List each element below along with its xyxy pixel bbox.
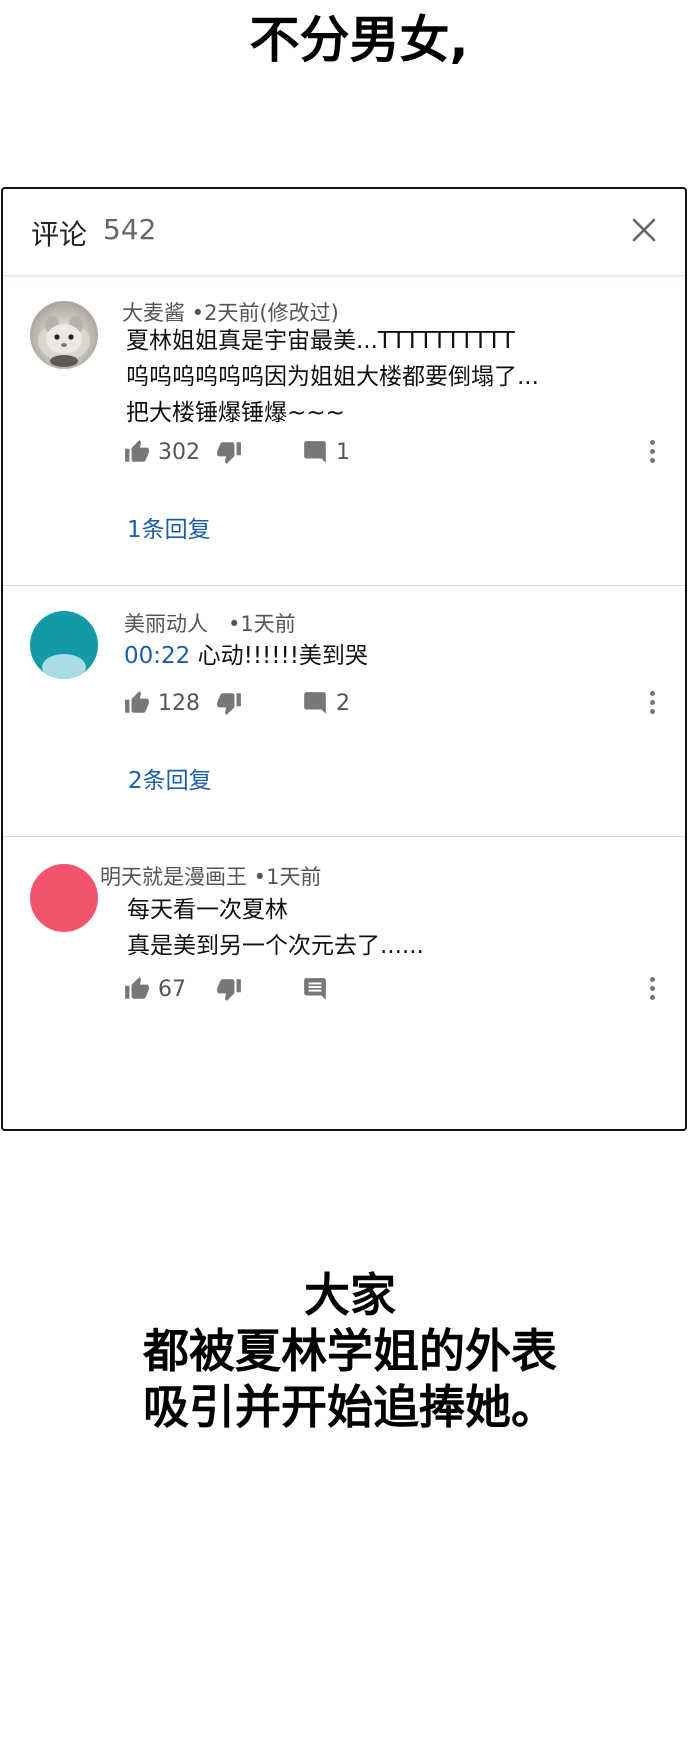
reply-button[interactable]: 2 [302,690,350,716]
comment-text-line: 真是美到另一个次元去了...... [127,933,424,959]
avatar[interactable] [30,611,98,679]
caption-line: 都被夏林学姐的外表 [143,1324,557,1378]
more-vertical-icon [649,691,655,696]
like-button[interactable]: 128 [124,690,200,716]
reply-button[interactable]: 1 [302,439,350,465]
comment-time: 2天前(修改过) [204,301,339,325]
meta-separator: • [185,301,205,325]
caption-line: 大家 [304,1268,396,1322]
comment-icon [304,978,326,1000]
panel-header: 评论 542 [3,189,685,276]
comment-item: 美丽动人 •1天前 00:22 心动!!!!!!美到哭 128 2 2条回复 [3,586,685,837]
meta-separator: • [208,612,241,636]
like-count: 67 [158,976,186,1002]
comment-meta: 美丽动人 •1天前 [124,608,296,638]
comment-actions: 67 [124,976,684,1006]
caption-top: 不分男女, [249,11,469,69]
comment-text-line: 心动!!!!!!美到哭 [197,643,368,669]
comment-time: 1天前 [240,612,296,636]
meta-separator: • [247,865,267,889]
comment-text: 00:22 心动!!!!!!美到哭 [124,638,368,674]
dislike-button[interactable] [216,976,242,1002]
hamster-avatar-icon [38,316,90,367]
comment-text: 每天看一次夏林 真是美到另一个次元去了...... [127,892,424,964]
comment-icon [304,692,326,714]
like-count: 128 [158,690,200,716]
reply-count: 1 [336,439,350,465]
dislike-button[interactable] [216,439,242,465]
comment-time: 1天前 [266,865,322,889]
thumbs-down-icon [217,442,241,464]
video-timestamp-link[interactable]: 00:22 [124,643,190,669]
panel-title: 评论 [31,218,88,251]
comment-text-line: 呜呜呜呜呜呜因为姐姐大楼都要倒塌了... [126,364,539,390]
caption-line: 吸引并开始追捧她。 [143,1380,557,1434]
comments-panel: 评论 542 大麦酱 •2天前(修改过) 夏林姐姐真是宇宙最美...TTTTTT… [1,187,687,1131]
caption-bottom: 大家 都被夏林学姐的外表 吸引并开始追捧她。 [0,1267,690,1435]
comment-text-line: 夏林姐姐真是宇宙最美...TTTTTTTTTT [126,328,515,354]
avatar[interactable] [30,864,98,932]
reply-count: 2 [336,690,350,716]
comment-item: 大麦酱 •2天前(修改过) 夏林姐姐真是宇宙最美...TTTTTTTTTT 呜呜… [3,275,685,586]
like-count: 302 [158,439,200,465]
avatar[interactable] [30,301,98,369]
view-replies-link[interactable]: 2条回复 [128,761,212,795]
thumbs-up-icon [125,977,149,999]
comment-text-line: 每天看一次夏林 [127,897,288,923]
comment-count: 542 [103,213,157,246]
comment-text: 夏林姐姐真是宇宙最美...TTTTTTTTTT 呜呜呜呜呜呜因为姐姐大楼都要倒塌… [126,323,539,431]
more-vertical-icon [649,977,655,982]
close-icon [632,218,656,242]
comment-author[interactable]: 明天就是漫画王 [100,865,247,889]
more-options-button[interactable] [648,440,656,464]
more-options-button[interactable] [648,977,656,1001]
more-options-button[interactable] [648,691,656,715]
comment-actions: 302 1 [124,439,684,469]
comment-text-line: 把大楼锤爆锤爆~~~ [126,400,345,426]
like-button[interactable]: 302 [124,439,200,465]
thumbs-up-icon [125,691,149,713]
more-vertical-icon [649,440,655,445]
thumbs-down-icon [217,979,241,1001]
comment-item: 明天就是漫画王 •1天前 每天看一次夏林 真是美到另一个次元去了...... 6… [3,837,685,1127]
reply-button[interactable] [302,976,328,1002]
avatar-icon [42,654,86,679]
comment-meta: 明天就是漫画王 •1天前 [100,861,321,891]
thumbs-down-icon [217,693,241,715]
comment-icon [304,441,326,463]
close-button[interactable] [629,215,659,245]
comment-author[interactable]: 大麦酱 [122,301,185,325]
view-replies-link[interactable]: 1条回复 [127,510,211,544]
dislike-button[interactable] [216,690,242,716]
comment-author[interactable]: 美丽动人 [124,612,208,636]
comment-actions: 128 2 [124,690,684,720]
like-button[interactable]: 67 [124,976,186,1002]
thumbs-up-icon [125,440,149,462]
